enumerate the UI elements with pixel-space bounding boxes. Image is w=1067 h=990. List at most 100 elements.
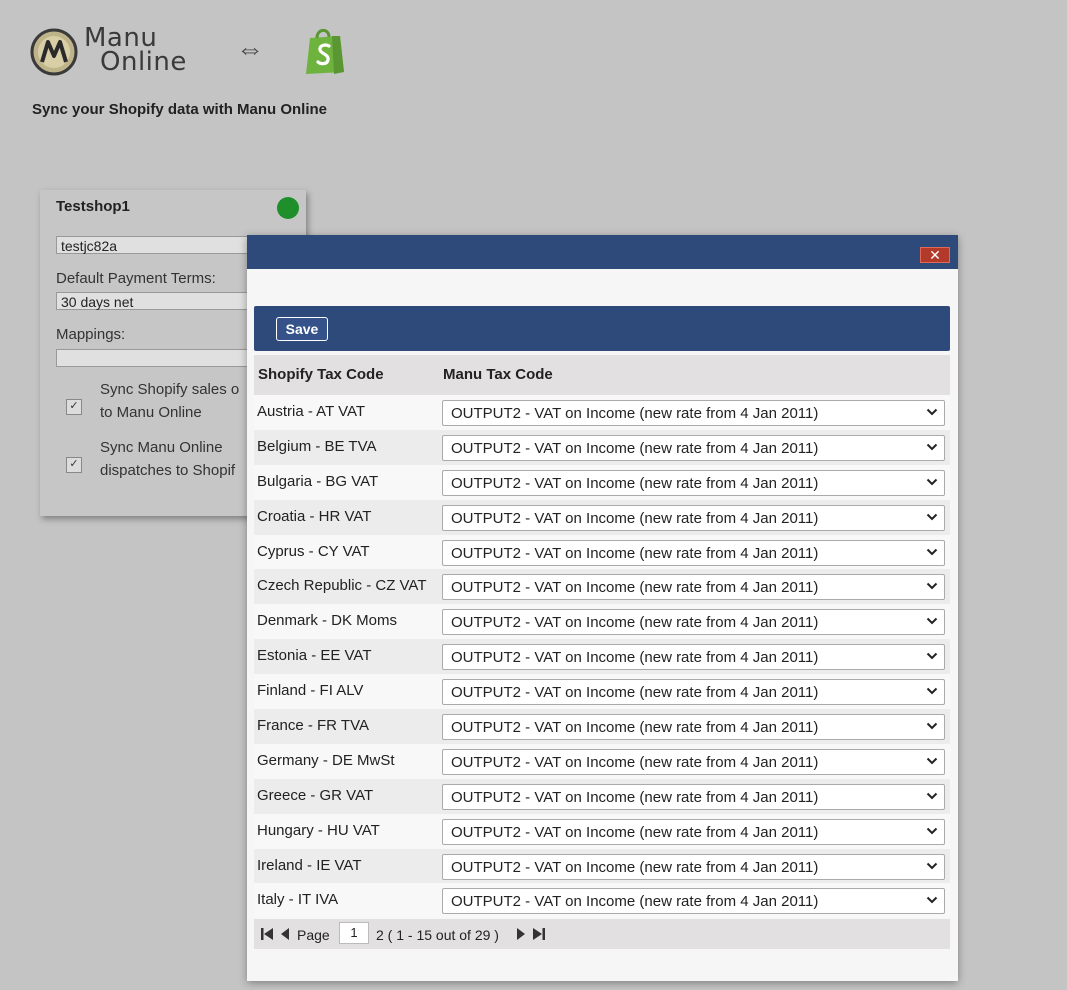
shopify-tax-code-cell: Croatia - HR VAT xyxy=(257,507,372,525)
chevron-down-icon xyxy=(926,792,938,800)
shopify-tax-code-cell: France - FR TVA xyxy=(257,717,369,735)
manu-tax-code-value: OUTPUT2 - VAT on Income (new rate from 4… xyxy=(451,474,819,492)
page-label: Page xyxy=(297,927,330,943)
sync-dispatch-label-line2: dispatches to Shopif xyxy=(100,462,236,479)
chevron-down-icon xyxy=(926,513,938,521)
table-row: Czech Republic - CZ VAT OUTPUT2 - VAT on … xyxy=(254,569,950,605)
manu-tax-code-select[interactable]: OUTPUT2 - VAT on Income (new rate from 4… xyxy=(442,783,945,810)
manu-tax-code-select[interactable]: OUTPUT2 - VAT on Income (new rate from 4… xyxy=(442,714,945,741)
manu-tax-code-value: OUTPUT2 - VAT on Income (new rate from 4… xyxy=(451,509,819,527)
manu-tax-code-select[interactable]: OUTPUT2 - VAT on Income (new rate from 4… xyxy=(442,853,945,880)
shopify-tax-code-cell: Bulgaria - BG VAT xyxy=(257,472,379,490)
brand-name: Manu Online xyxy=(84,25,187,77)
page-number-input[interactable]: 1 xyxy=(339,922,369,944)
manu-tax-code-select[interactable]: OUTPUT2 - VAT on Income (new rate from 4… xyxy=(442,469,945,496)
dialog-toolbar: Save xyxy=(254,306,950,351)
chevron-down-icon xyxy=(926,478,938,486)
chevron-down-icon xyxy=(926,862,938,869)
chevron-down-icon xyxy=(926,618,938,625)
page-subtitle: Sync your Shopify data with Manu Online xyxy=(32,101,328,118)
table-row: Italy - IT IVA OUTPUT2 - VAT on Income (n… xyxy=(254,883,950,919)
manu-tax-code-select[interactable]: OUTPUT2 - VAT on Income (new rate from 4… xyxy=(442,748,945,775)
manu-tax-code-value: OUTPUT2 - VAT on Income (new rate from 4… xyxy=(451,649,819,667)
manu-tax-code-value: OUTPUT2 - VAT on Income (new rate from 4… xyxy=(451,858,819,876)
chevron-down-icon xyxy=(926,897,938,904)
manu-tax-code-value: OUTPUT2 - VAT on Income (new rate from 4… xyxy=(451,614,819,632)
shopify-tax-code-cell: Belgium - BE TVA xyxy=(257,437,377,455)
manu-tax-code-select[interactable]: OUTPUT2 - VAT on Income (new rate from 4… xyxy=(442,679,945,706)
save-button[interactable]: Save xyxy=(276,317,328,341)
table-row: Bulgaria - BG VAT OUTPUT2 - VAT on Income… xyxy=(254,464,950,500)
manu-tax-code-select[interactable]: OUTPUT2 - VAT on Income (new rate from 4… xyxy=(442,504,945,531)
chevron-down-icon xyxy=(926,408,938,416)
first-page-icon[interactable] xyxy=(260,927,274,941)
manu-tax-code-value: OUTPUT2 - VAT on Income (new rate from 4… xyxy=(451,544,819,562)
manu-tax-code-value: OUTPUT2 - VAT on Income (new rate from 4… xyxy=(451,788,819,806)
manu-tax-code-select[interactable]: OUTPUT2 - VAT on Income (new rate from 4… xyxy=(442,644,945,671)
table-header: Shopify Tax Code Manu Tax Code xyxy=(254,355,950,395)
table-row: France - FR TVA OUTPUT2 - VAT on Income (… xyxy=(254,709,950,744)
table-row: Finland - FI ALV OUTPUT2 - VAT on Income … xyxy=(254,674,950,710)
connection-status-indicator xyxy=(277,197,299,219)
close-icon[interactable]: ✕ xyxy=(920,247,950,263)
next-page-icon[interactable] xyxy=(516,927,526,941)
table-row: Estonia - EE VAT OUTPUT2 - VAT on Income … xyxy=(254,639,950,675)
sync-dispatch-label: Sync Manu Online dispatches to Shopif xyxy=(100,436,235,482)
manu-tax-code-select[interactable]: OUTPUT2 - VAT on Income (new rate from 4… xyxy=(442,574,945,601)
column-header-manu-tax-code[interactable]: Manu Tax Code xyxy=(443,366,553,383)
table-row: Ireland - IE VAT OUTPUT2 - VAT on Income … xyxy=(254,848,950,884)
manu-tax-code-value: OUTPUT2 - VAT on Income (new rate from 4… xyxy=(451,439,819,457)
sync-sales-checkbox[interactable]: ✓ xyxy=(66,399,82,415)
table-row: Greece - GR VAT OUTPUT2 - VAT on Income (… xyxy=(254,778,950,814)
table-row: Croatia - HR VAT OUTPUT2 - VAT on Income … xyxy=(254,499,950,535)
chevron-down-icon xyxy=(926,757,938,765)
manu-tax-code-select[interactable]: OUTPUT2 - VAT on Income (new rate from 4… xyxy=(442,434,945,461)
sync-dispatch-label-line1: Sync Manu Online xyxy=(100,439,223,456)
sync-dispatch-checkbox[interactable]: ✓ xyxy=(66,457,82,473)
shopify-tax-code-cell: Denmark - DK Moms xyxy=(257,612,398,630)
mappings-label: Mappings: xyxy=(56,326,126,343)
last-page-icon[interactable] xyxy=(532,927,546,941)
manu-tax-code-select[interactable]: OUTPUT2 - VAT on Income (new rate from 4… xyxy=(442,539,945,566)
table-row: Austria - AT VAT OUTPUT2 - VAT on Income … xyxy=(254,395,950,430)
page-summary: 2 ( 1 - 15 out of 29 ) xyxy=(376,927,499,943)
brand-line-2: Online xyxy=(100,47,187,77)
shopify-tax-code-cell: Hungary - HU VAT xyxy=(257,821,380,839)
shopify-tax-code-cell: Austria - AT VAT xyxy=(257,403,366,420)
tax-mapping-rows: Austria - AT VAT OUTPUT2 - VAT on Income … xyxy=(254,395,950,919)
sync-sales-label: Sync Shopify sales o to Manu Online xyxy=(100,378,239,424)
shopify-bag-icon xyxy=(306,28,344,74)
pagination-bar: Page 1 2 ( 1 - 15 out of 29 ) xyxy=(254,919,950,949)
shopify-tax-code-cell: Germany - DE MwSt xyxy=(257,751,395,769)
manu-tax-code-value: OUTPUT2 - VAT on Income (new rate from 4… xyxy=(451,579,819,597)
tax-mapping-dialog: ✕ Save Shopify Tax Code Manu Tax Code Au… xyxy=(247,235,958,981)
chevron-down-icon xyxy=(926,653,938,660)
chevron-down-icon xyxy=(926,443,938,451)
manu-tax-code-select[interactable]: OUTPUT2 - VAT on Income (new rate from 4… xyxy=(442,609,945,636)
manu-tax-code-value: OUTPUT2 - VAT on Income (new rate from 4… xyxy=(451,823,819,841)
manu-online-logo-icon xyxy=(30,28,78,76)
shop-title: Testshop1 xyxy=(56,198,130,215)
manu-tax-code-select[interactable]: OUTPUT2 - VAT on Income (new rate from 4… xyxy=(442,888,945,915)
table-row: Denmark - DK Moms OUTPUT2 - VAT on Income… xyxy=(254,604,950,640)
chevron-down-icon xyxy=(926,827,938,835)
sync-sales-label-line2: to Manu Online xyxy=(100,404,202,421)
column-header-shopify-tax-code[interactable]: Shopify Tax Code xyxy=(258,366,384,383)
chevron-down-icon xyxy=(926,722,938,730)
payment-terms-label: Default Payment Terms: xyxy=(56,270,216,287)
shopify-tax-code-cell: Cyprus - CY VAT xyxy=(257,542,370,560)
manu-tax-code-value: OUTPUT2 - VAT on Income (new rate from 4… xyxy=(451,405,819,422)
shopify-tax-code-cell: Italy - IT IVA xyxy=(257,891,339,909)
manu-tax-code-value: OUTPUT2 - VAT on Income (new rate from 4… xyxy=(451,893,819,911)
shopify-tax-code-cell: Ireland - IE VAT xyxy=(257,856,362,874)
manu-tax-code-select[interactable]: OUTPUT2 - VAT on Income (new rate from 4… xyxy=(442,400,945,426)
table-row: Hungary - HU VAT OUTPUT2 - VAT on Income … xyxy=(254,813,950,849)
manu-tax-code-value: OUTPUT2 - VAT on Income (new rate from 4… xyxy=(451,684,819,702)
shopify-tax-code-cell: Czech Republic - CZ VAT xyxy=(257,577,427,595)
chevron-down-icon xyxy=(926,583,938,590)
chevron-down-icon xyxy=(926,548,938,555)
previous-page-icon[interactable] xyxy=(280,927,290,941)
shopify-tax-code-cell: Finland - FI ALV xyxy=(257,682,364,700)
shopify-tax-code-cell: Greece - GR VAT xyxy=(257,786,374,804)
manu-tax-code-select[interactable]: OUTPUT2 - VAT on Income (new rate from 4… xyxy=(442,818,945,845)
